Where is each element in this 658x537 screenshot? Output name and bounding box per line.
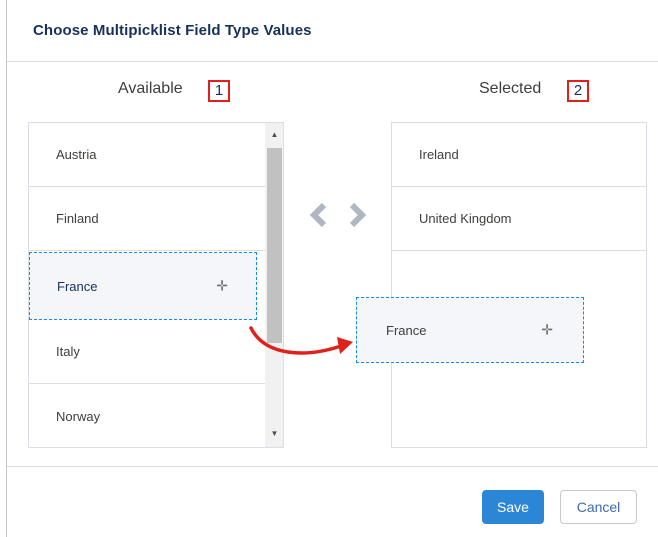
list-item-united-kingdom[interactable]: United Kingdom (392, 187, 646, 251)
list-item-austria[interactable]: Austria (29, 123, 265, 187)
list-item-norway[interactable]: Norway (29, 384, 265, 447)
save-button[interactable]: Save (482, 490, 544, 524)
list-item-italy[interactable]: Italy (29, 320, 265, 384)
selected-title: Selected (479, 80, 542, 97)
list-item-finland[interactable]: Finland (29, 187, 265, 251)
selected-listbox[interactable]: Ireland United Kingdom (391, 122, 647, 448)
list-item-label: Austria (56, 147, 97, 162)
chevron-left-icon[interactable] (308, 202, 330, 228)
available-listbox[interactable]: Austria Finland France ✛ Italy Norway ▲ … (28, 122, 284, 448)
available-scrollbar[interactable]: ▲ ▼ (265, 123, 283, 447)
list-item-label: Norway (56, 408, 101, 424)
dialog-footer: Save Cancel (7, 466, 658, 537)
list-item-label: Italy (56, 344, 80, 359)
scrollbar-thumb[interactable] (267, 148, 282, 343)
list-item-label: Ireland (419, 147, 459, 162)
available-annotation-badge: 1 (208, 80, 230, 102)
cancel-button[interactable]: Cancel (560, 490, 637, 524)
drag-ghost-label: France (386, 322, 427, 338)
move-plus-icon: ✛ (541, 321, 553, 338)
drag-ghost-item[interactable]: France ✛ (356, 297, 584, 363)
list-item-ireland[interactable]: Ireland (392, 123, 646, 187)
dialog-header: Choose Multipicklist Field Type Values (7, 0, 658, 62)
list-item-label: France (57, 278, 98, 294)
scroll-up-arrow-icon[interactable]: ▲ (265, 127, 283, 143)
curved-arrow-icon (249, 326, 353, 355)
scroll-down-arrow-icon[interactable]: ▼ (265, 426, 283, 442)
selected-annotation-badge: 2 (567, 80, 589, 102)
available-title: Available (118, 80, 183, 97)
chevron-right-icon[interactable] (346, 202, 368, 228)
dialog-title: Choose Multipicklist Field Type Values (33, 22, 312, 39)
list-item-label: United Kingdom (419, 211, 512, 226)
list-item-label: Finland (56, 211, 99, 226)
multipicklist-dialog: Choose Multipicklist Field Type Values A… (6, 0, 658, 537)
move-plus-icon: ✛ (216, 277, 228, 294)
list-item-france-selected[interactable]: France ✛ (29, 252, 257, 320)
